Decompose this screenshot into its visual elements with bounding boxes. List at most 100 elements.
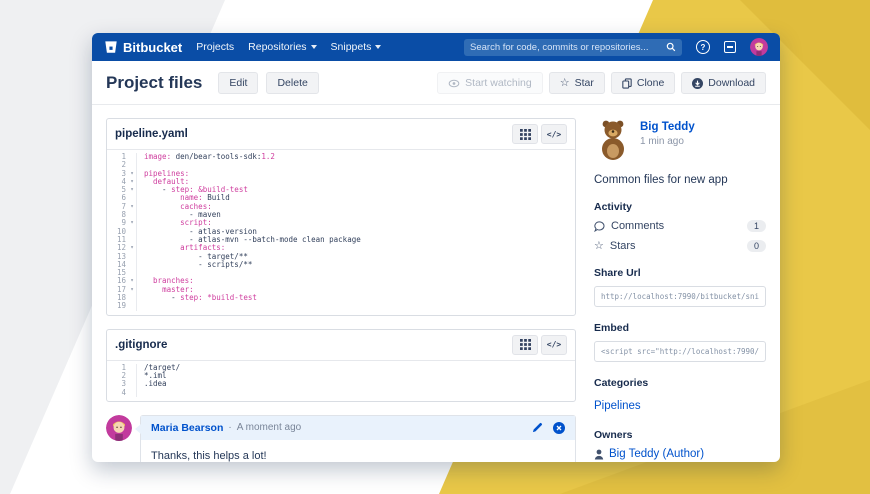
code-text: .idea [144,379,167,389]
owner-link[interactable]: Big Teddy (Author) [609,448,704,460]
fold-caret-icon[interactable]: ▾ [128,186,136,194]
download-button[interactable]: Download [681,72,766,94]
code-text: - scripts/** [144,259,253,269]
code-lines: 1/target/2 *.iml 3 .idea 4 [107,361,575,401]
feedback-icon[interactable] [724,41,736,53]
fold-caret-icon[interactable] [128,194,136,202]
chevron-down-icon [310,45,317,49]
nav-snippets[interactable]: Snippets [331,41,382,53]
grid-view-button[interactable] [512,124,538,144]
search-input[interactable] [470,41,662,53]
share-url-heading: Share Url [594,267,641,279]
fold-caret-icon[interactable]: ▾ [128,286,136,294]
comment-actions [532,421,565,434]
help-icon[interactable]: ? [696,40,710,54]
fold-caret-icon[interactable] [128,253,136,261]
code-line: 4 [107,387,575,397]
code-line: 1 image: den/bear-tools-sdk:1.2 [107,152,575,162]
comment-timestamp: A moment ago [236,422,302,434]
fold-caret-icon[interactable] [128,380,136,388]
comments-row[interactable]: Comments 1 [594,220,766,232]
page-content: pipeline.yaml </> 1 image: den/bear-tool… [92,105,780,462]
embed-heading: Embed [594,322,630,334]
file-card-header: .gitignore </> [107,330,575,361]
fold-caret-icon[interactable] [128,372,136,380]
created-time: 1 min ago [640,136,684,147]
fold-caret-icon[interactable] [128,389,136,397]
global-search[interactable] [464,38,682,56]
brand-name: Bitbucket [123,39,183,55]
fold-caret-icon[interactable]: ▾ [128,244,136,252]
delete-comment-icon[interactable] [553,421,565,434]
fold-caret-icon[interactable]: ▾ [128,170,136,178]
clone-icon [622,77,632,89]
page-title: Project files [106,73,203,92]
start-watching-button[interactable]: Start watching [437,72,543,94]
eye-icon [448,79,460,87]
code-text: - step: *build-test [144,293,257,303]
chevron-down-icon [375,45,382,49]
app-window: Bitbucket Projects Repositories Snippets… [92,33,780,462]
download-icon [692,77,704,89]
snippet-description: Common files for new app [594,174,728,186]
page-header: Project files Edit Delete Start watching… [92,61,780,105]
fold-caret-icon[interactable] [128,269,136,277]
files-column: pipeline.yaml </> 1 image: den/bear-tool… [106,118,576,462]
code-line: 1/target/ [107,363,575,372]
file-name: pipeline.yaml [115,128,188,140]
stars-label: Stars [609,240,636,252]
bear-avatar-image [602,120,624,160]
fold-caret-icon[interactable] [128,153,136,161]
source-view-button[interactable]: </> [541,334,567,355]
fold-caret-icon[interactable] [128,302,136,310]
share-url-input[interactable] [594,286,766,307]
comment-header: Maria Bearson · A moment ago [141,415,575,440]
comments-label: Comments [611,220,665,232]
code-icon: </> [546,129,562,139]
fold-caret-icon[interactable]: ▾ [128,178,136,186]
delete-button[interactable]: Delete [266,72,319,94]
file-view-toggle: </> [512,334,567,355]
author-name-link[interactable]: Big Teddy [640,121,695,133]
fold-caret-icon[interactable] [128,228,136,236]
grid-view-button[interactable] [512,334,538,355]
code-line: 3 .idea [107,379,575,389]
comment-author-link[interactable]: Maria Bearson [151,422,223,434]
fold-caret-icon[interactable] [128,261,136,269]
fold-caret-icon[interactable] [128,161,136,169]
fold-caret-icon[interactable]: ▾ [128,203,136,211]
code-lines: 1 image: den/bear-tools-sdk:1.2 2 3 ▾ pipelin… [107,150,575,315]
code-line: 14 - scripts/** [107,259,575,270]
code-line: 2 *.iml [107,371,575,381]
line-number: 4 [121,387,126,397]
author-meta: Big Teddy 1 min ago [640,118,695,160]
nav-projects[interactable]: Projects [196,41,234,53]
fold-caret-icon[interactable] [128,211,136,219]
source-view-button[interactable]: </> [541,124,567,144]
bitbucket-logo[interactable]: Bitbucket [104,40,182,55]
star-icon: ☆ [559,76,570,89]
header-actions: Start watching ☆ Star Clone Download [437,72,766,94]
sidebar: Big Teddy 1 min ago Common files for new… [594,118,766,462]
file-card: pipeline.yaml </> 1 image: den/bear-tool… [106,118,576,316]
fold-caret-icon[interactable] [128,364,136,372]
fold-caret-icon[interactable]: ▾ [128,277,136,285]
stars-row[interactable]: ☆ Stars 0 [594,240,766,252]
nav-repositories[interactable]: Repositories [248,41,317,53]
clone-button[interactable]: Clone [610,72,676,94]
fold-caret-icon[interactable] [128,294,136,302]
star-button[interactable]: ☆ Star [548,72,605,94]
user-avatar[interactable] [750,38,768,56]
embed-input[interactable] [594,341,766,362]
fold-caret-icon[interactable]: ▾ [128,219,136,227]
fold-caret-icon[interactable] [128,236,136,244]
comment: Maria Bearson · A moment ago Thanks, thi… [106,414,576,462]
owners-heading: Owners [594,429,633,441]
commenter-avatar [106,414,132,441]
category-link-pipelines[interactable]: Pipelines [594,400,641,412]
edit-comment-icon[interactable] [532,422,543,433]
edit-button[interactable]: Edit [218,72,259,94]
